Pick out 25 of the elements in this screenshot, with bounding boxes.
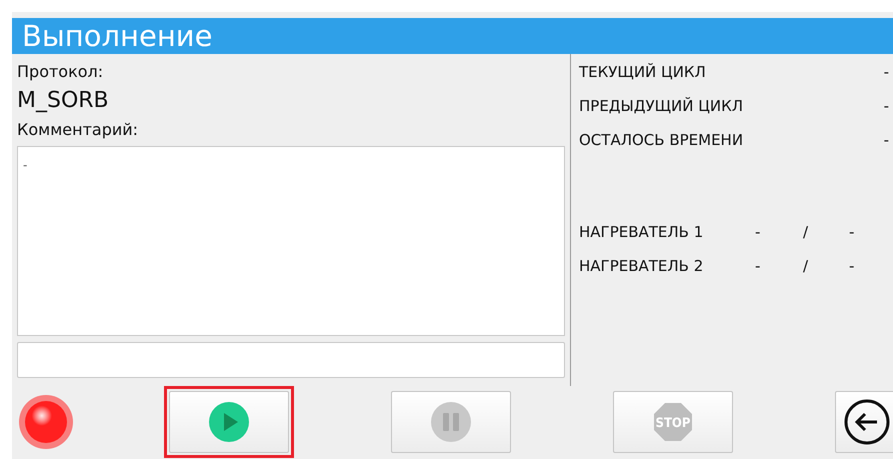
heater-current: - [755, 222, 762, 243]
window-title: Выполнение [22, 22, 212, 50]
heater-separator: / [803, 222, 810, 243]
comment-box[interactable]: - [17, 146, 565, 336]
comment-text: - [23, 158, 28, 172]
heater-label: НАГРЕВАТЕЛЬ 2 [579, 256, 704, 277]
heater-target: - [849, 222, 854, 243]
heater-current: - [755, 256, 762, 277]
status-value: - [884, 130, 889, 151]
back-button[interactable] [835, 391, 893, 453]
protocol-name: M_SORB [17, 88, 110, 114]
status-value: - [884, 62, 889, 83]
heater-separator: / [803, 256, 810, 277]
heater-target: - [849, 256, 854, 277]
heater-label: НАГРЕВАТЕЛЬ 1 [579, 222, 704, 243]
comment-label: Комментарий: [17, 120, 140, 140]
status-label: ТЕКУЩИЙ ЦИКЛ [579, 62, 706, 83]
play-icon [209, 402, 249, 442]
status-value: - [884, 96, 889, 117]
protocol-label: Протокол: [17, 62, 104, 82]
input-field[interactable] [17, 342, 565, 378]
stop-sign-icon: STOP [653, 402, 693, 442]
pause-icon [431, 402, 471, 442]
status-label: ПРЕДЫДУЩИЙ ЦИКЛ [579, 96, 744, 117]
status-label: ОСТАЛОСЬ ВРЕМЕНИ [579, 130, 744, 151]
